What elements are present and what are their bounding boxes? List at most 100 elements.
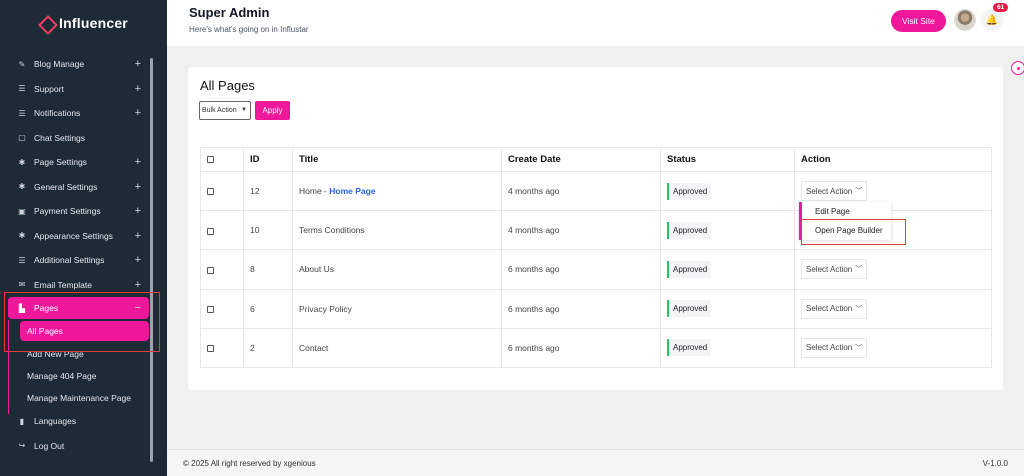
visit-site-button[interactable]: Visit Site: [891, 10, 946, 32]
sidebar-item-label: Languages: [34, 416, 77, 427]
status-badge: Approved: [667, 339, 712, 357]
brand-logo[interactable]: Influencer: [0, 0, 167, 46]
chevron-down-icon: ▼: [241, 107, 247, 113]
sidebar-item-label: Page Settings: [34, 157, 87, 168]
bell-icon[interactable]: 🔔: [981, 9, 1003, 31]
action-select[interactable]: Select Action ﹀: [801, 181, 868, 202]
plus-icon: +: [134, 82, 141, 95]
cell-title: Terms Conditions: [292, 210, 502, 251]
cell-id: 2: [243, 327, 293, 368]
plus-icon: +: [134, 278, 141, 291]
chevron-down-icon: ﹀: [855, 188, 863, 196]
table-row: 8 About Us 6 months ago Approved Select …: [200, 249, 992, 290]
card-title: All Pages: [200, 78, 255, 93]
sidebar-item-appearance-settings[interactable]: ✱ Appearance Settings +: [0, 224, 167, 249]
gear-icon: ✱: [18, 231, 26, 241]
blog-icon: ✎: [18, 59, 26, 69]
table-row: 6 Privacy Policy 6 months ago Approved S…: [200, 288, 992, 329]
chevron-down-icon: ﹀: [855, 344, 863, 352]
list-icon: ☰: [18, 108, 26, 118]
plus-icon: +: [134, 156, 141, 169]
chevron-down-icon: ﹀: [855, 266, 863, 274]
select-all-checkbox[interactable]: [207, 155, 214, 163]
cell-id: 6: [243, 288, 293, 329]
row-checkbox[interactable]: [207, 227, 214, 235]
briefcase-icon: ▣: [18, 206, 26, 216]
pages-table: ID Title Create Date Status Action 12 Ho…: [200, 147, 992, 368]
footer: © 2025 All right reserved by xgenious V-…: [167, 449, 1024, 476]
cell-date: 6 months ago: [501, 288, 661, 329]
plus-icon: +: [134, 205, 141, 218]
cell-title: Contact: [292, 327, 502, 368]
action-select-value: Select Action: [806, 186, 853, 196]
action-select[interactable]: Select Action ﹀: [801, 298, 868, 319]
highlight-box: [4, 292, 160, 352]
sidebar-item-page-settings[interactable]: ✱ Page Settings +: [0, 150, 167, 175]
apply-button[interactable]: Apply: [255, 101, 290, 120]
copyright-text: © 2025 All right reserved by xgenious: [183, 459, 316, 468]
sidebar-item-label: Email Template: [34, 279, 92, 290]
table-header-row: ID Title Create Date Status Action: [200, 147, 992, 172]
submenu-item-manage-404-page[interactable]: Manage 404 Page: [0, 365, 167, 387]
home-page-label: Home Page: [329, 186, 376, 197]
settings-toggle-icon[interactable]: [1011, 61, 1024, 75]
plus-icon: +: [134, 254, 141, 267]
action-select-value: Select Action: [806, 304, 853, 314]
sidebar-item-label: Log Out: [34, 440, 65, 451]
sidebar-item-payment-settings[interactable]: ▣ Payment Settings +: [0, 199, 167, 224]
sidebar-item-general-settings[interactable]: ✱ General Settings +: [0, 175, 167, 200]
sidebar-item-label: Support: [34, 83, 64, 94]
row-checkbox[interactable]: [207, 345, 214, 353]
sidebar-item-label: Payment Settings: [34, 206, 101, 217]
action-select-value: Select Action: [806, 264, 853, 274]
bulk-action-value: Bulk Action: [202, 107, 237, 114]
row-checkbox[interactable]: [207, 188, 214, 196]
plus-icon: +: [134, 58, 141, 71]
top-header: Super Admin Here's what's going on in In…: [167, 0, 1024, 46]
action-select[interactable]: Select Action ﹀: [801, 259, 868, 280]
submenu-item-manage-maintenance-page[interactable]: Manage Maintenance Page: [0, 387, 167, 409]
cell-title: Home - Home Page: [292, 170, 502, 212]
avatar[interactable]: [954, 9, 976, 31]
envelope-icon: ✉: [18, 280, 26, 290]
row-checkbox[interactable]: [207, 305, 214, 313]
plus-icon: +: [134, 229, 141, 242]
sidebar-item-blog-manage[interactable]: ✎ Blog Manage +: [0, 52, 167, 77]
bulk-action-select[interactable]: Bulk Action ▼: [199, 101, 251, 120]
chat-icon: ▢: [18, 133, 26, 143]
sidebar-item-logout[interactable]: ↪ Log Out: [0, 434, 167, 459]
sidebar-item-chat-settings[interactable]: ▢ Chat Settings: [0, 126, 167, 151]
list-icon: ☰: [18, 255, 26, 265]
cell-title: Privacy Policy: [292, 288, 502, 329]
sidebar-item-additional-settings[interactable]: ☰ Additional Settings +: [0, 248, 167, 273]
sidebar-item-label: General Settings: [34, 181, 98, 192]
sidebar-item-notifications[interactable]: ☰ Notifications +: [0, 101, 167, 126]
sidebar: Influencer ✎ Blog Manage + ☰ Support + ☰ Noti…: [0, 0, 167, 476]
cell-date: 4 months ago: [501, 170, 661, 212]
sidebar-item-support[interactable]: ☰ Support +: [0, 77, 167, 102]
list-icon: ☰: [18, 84, 26, 94]
brand-name: Influencer: [59, 15, 128, 31]
status-badge: Approved: [667, 300, 712, 318]
highlight-box: [801, 219, 906, 245]
title-text: Home -: [299, 186, 330, 197]
cell-id: 12: [243, 170, 293, 212]
sidebar-item-label: Appearance Settings: [34, 230, 113, 241]
cell-id: 8: [243, 249, 293, 290]
row-checkbox[interactable]: [207, 266, 214, 274]
plus-icon: +: [134, 180, 141, 193]
sidebar-nav: ✎ Blog Manage + ☰ Support + ☰ Notifications + …: [0, 52, 167, 458]
column-header: ID: [243, 147, 293, 172]
logout-icon: ↪: [18, 441, 26, 451]
page-title: Super Admin: [189, 5, 270, 20]
page-subtitle: Here's what's going on in Influstar: [189, 25, 309, 34]
sidebar-item-label: Notifications: [34, 108, 81, 119]
sidebar-item-label: Chat Settings: [34, 132, 86, 143]
plus-icon: +: [134, 107, 141, 120]
notification-badge: 61: [993, 3, 1009, 12]
cell-id: 10: [243, 210, 293, 251]
status-badge: Approved: [667, 260, 712, 278]
sidebar-item-languages[interactable]: ▮ Languages: [0, 409, 167, 434]
action-select[interactable]: Select Action ﹀: [801, 337, 868, 358]
cell-date: 4 months ago: [501, 210, 661, 251]
